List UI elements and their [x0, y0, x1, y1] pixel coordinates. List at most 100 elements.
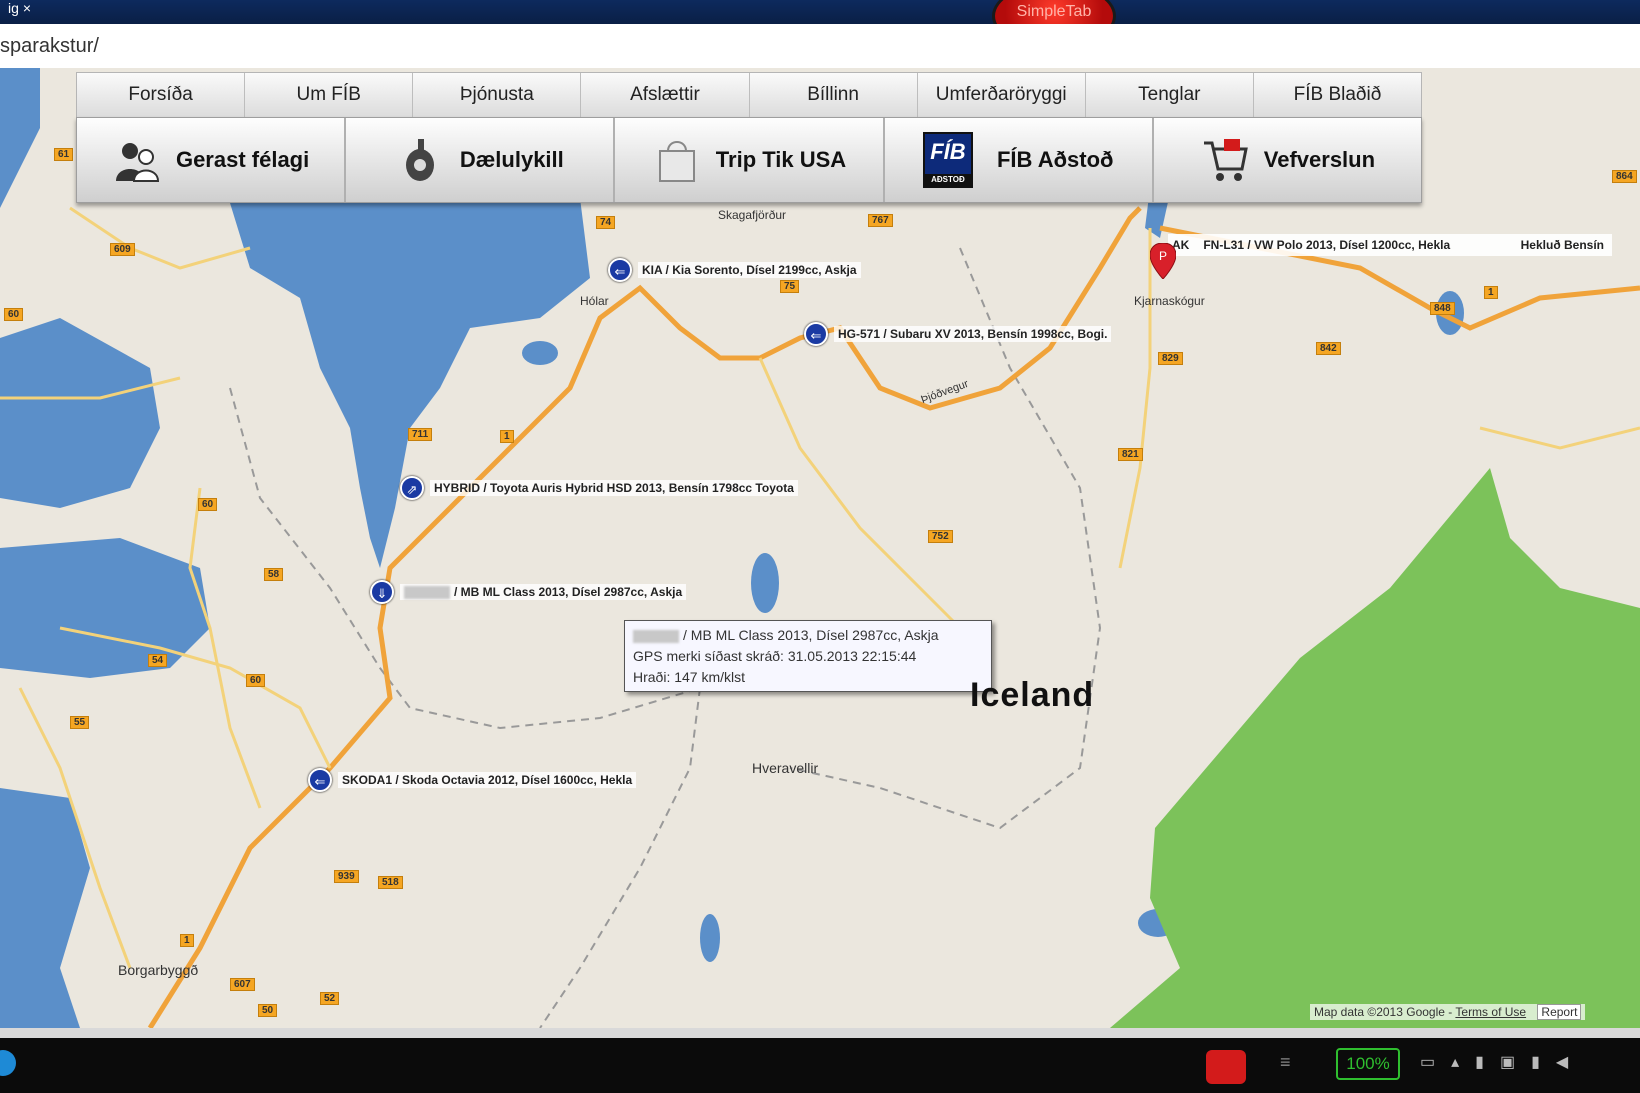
attribution-text: Map data ©2013 Google -: [1314, 1005, 1453, 1019]
road-number: 864: [1612, 170, 1637, 183]
redacted-plate: [633, 629, 679, 643]
road-number: 821: [1118, 448, 1143, 461]
country-label: Iceland: [970, 676, 1095, 714]
road-number: 767: [868, 214, 893, 227]
daelulykill-button[interactable]: Dælulykill: [346, 118, 616, 202]
nav-item-thjonusta[interactable]: Þjónusta: [413, 73, 582, 117]
system-tray-icons[interactable]: ▭▴▮▣▮◀: [1420, 1052, 1584, 1072]
vehicle-info-popup: / MB ML Class 2013, Dísel 2987cc, Askja …: [624, 620, 992, 692]
fib-logo-sub: AÐSTOÐ: [924, 174, 971, 186]
vehicle-marker[interactable]: ⇓ / MB ML Class 2013, Dísel 2987cc, Askj…: [370, 580, 687, 604]
car-marker-icon: ⇐: [804, 322, 828, 346]
road-number: 55: [70, 716, 90, 729]
tool-label: Gerast félagi: [175, 147, 310, 172]
place-label: Skagafjörður: [718, 208, 787, 222]
road-number: 518: [378, 876, 403, 889]
vehicle-marker[interactable]: ⇗ HYBRID / Toyota Auris Hybrid HSD 2013,…: [400, 476, 798, 500]
trip-tik-usa-button[interactable]: Trip Tik USA: [615, 118, 885, 202]
road-number: 61: [54, 148, 74, 161]
car-marker-icon: ⇐: [608, 258, 632, 282]
redacted-plate: [404, 586, 450, 600]
road-number: 711: [408, 428, 433, 441]
vehicle-label-text: / MB ML Class 2013, Dísel 2987cc, Askja: [454, 584, 683, 599]
place-label: Hveravellir: [752, 760, 819, 776]
url-text: sparakstur/: [0, 35, 99, 57]
popup-title-text: / MB ML Class 2013, Dísel 2987cc, Askja: [683, 627, 939, 643]
vehicle-label: SKODA1 / Skoda Octavia 2012, Dísel 1600c…: [338, 772, 637, 788]
nav-item-billinn[interactable]: Bíllinn: [750, 73, 918, 117]
terms-of-use-link[interactable]: Terms of Use: [1455, 1005, 1526, 1019]
red-vehicle-label: AK FN-L31 / VW Polo 2013, Dísel 1200cc, …: [1168, 234, 1612, 256]
popup-speed: Hraði: 147 km/klst: [633, 669, 746, 685]
tab-close-icon[interactable]: ×: [23, 0, 31, 16]
car-marker-icon: ⇐: [308, 768, 332, 792]
members-icon: [112, 135, 162, 185]
vehicle-marker[interactable]: ⇐ KIA / Kia Sorento, Dísel 2199cc, Askja: [608, 258, 861, 282]
red-label-text: FN-L31 / VW Polo 2013, Dísel 1200cc, Hek…: [1203, 238, 1451, 252]
cart-icon: [1200, 135, 1250, 185]
road-number: 607: [230, 978, 255, 991]
nav-item-umferdaroryggi[interactable]: Umferðaröryggi: [918, 73, 1086, 117]
vehicle-label: / MB ML Class 2013, Dísel 2987cc, Askja: [400, 583, 687, 601]
tool-label: Trip Tik USA: [715, 147, 847, 172]
browser-tab[interactable]: ig ×: [0, 0, 39, 22]
bag-icon: [652, 135, 702, 185]
road-number: 60: [4, 308, 24, 321]
tab-title: ig: [8, 0, 19, 16]
report-link[interactable]: Report: [1537, 1004, 1582, 1020]
nav-item-forsida[interactable]: Forsíða: [77, 73, 246, 117]
road-number: 1: [500, 430, 514, 443]
map-attribution: Map data ©2013 Google - Terms of Use Rep…: [1310, 1004, 1586, 1020]
place-label: Kjarnaskógur: [1134, 294, 1205, 308]
gerast-felagi-button[interactable]: Gerast félagi: [77, 118, 347, 202]
vehicle-marker[interactable]: ⇐ SKODA1 / Skoda Octavia 2012, Dísel 160…: [308, 768, 637, 792]
fib-adstod-button[interactable]: FÍB AÐSTOÐ FÍB Aðstoð: [885, 118, 1154, 202]
nav-item-um-fib[interactable]: Um FÍB: [245, 73, 414, 117]
place-label: Hólar: [580, 294, 609, 308]
road-number: 60: [198, 498, 218, 511]
svg-text:P: P: [1159, 249, 1167, 263]
browser-top-bar: ig ×: [0, 0, 1640, 24]
road-number: 842: [1316, 342, 1341, 355]
map-canvas[interactable]: 61 609 60 74 711 1 75 767 829 842 821 75…: [0, 68, 1640, 1028]
road-number: 752: [928, 530, 953, 543]
tray-separator-icon: ≡: [1280, 1052, 1291, 1072]
os-taskbar: ≡ 100% ▭▴▮▣▮◀: [0, 1028, 1640, 1093]
nav-item-fib-bladid[interactable]: FÍB Blaðið: [1254, 73, 1421, 117]
key-tag-icon: [396, 135, 446, 185]
road-number: 1: [180, 934, 194, 947]
road-number: 939: [334, 870, 359, 883]
nav-item-tenglar[interactable]: Tenglar: [1086, 73, 1254, 117]
road-number: 1: [1484, 286, 1498, 299]
simpletab-label: SimpleTab: [1016, 3, 1092, 20]
fib-logo-icon: FÍB AÐSTOÐ: [922, 132, 973, 188]
tool-label: FÍB Aðstoð: [996, 147, 1114, 172]
browser-app-icon[interactable]: [0, 1050, 16, 1076]
address-bar[interactable]: sparakstur/: [0, 24, 1640, 70]
map-graphic: [0, 68, 1640, 1028]
red-label-extra: Hekluð Bensín: [1520, 238, 1604, 252]
battery-indicator: 100%: [1336, 1048, 1400, 1080]
map-pin-icon[interactable]: P: [1150, 243, 1176, 279]
road-number: 74: [596, 216, 616, 229]
vehicle-label: HG-571 / Subaru XV 2013, Bensín 1998cc, …: [834, 326, 1112, 342]
popup-gps-time: GPS merki síðast skráð: 31.05.2013 22:15…: [633, 648, 917, 664]
fib-logo-text: FÍB: [930, 139, 966, 164]
road-number: 58: [264, 568, 284, 581]
vehicle-label: HYBRID / Toyota Auris Hybrid HSD 2013, B…: [430, 480, 798, 496]
car-marker-icon: ⇗: [400, 476, 424, 500]
vehicle-label: KIA / Kia Sorento, Dísel 2199cc, Askja: [638, 262, 861, 278]
app-icon[interactable]: [1206, 1050, 1246, 1084]
vefverslun-button[interactable]: Vefverslun: [1154, 118, 1421, 202]
road-number: 52: [320, 992, 340, 1005]
tool-label: Dælulykill: [459, 147, 564, 172]
car-marker-icon: ⇓: [370, 580, 394, 604]
road-number: 50: [258, 1004, 278, 1017]
tool-label: Vefverslun: [1263, 147, 1376, 172]
popup-title: / MB ML Class 2013, Dísel 2987cc, Askja: [633, 625, 983, 646]
site-nav: Forsíða Um FÍB Þjónusta Afslættir Bíllin…: [76, 72, 1422, 118]
vehicle-marker[interactable]: ⇐ HG-571 / Subaru XV 2013, Bensín 1998cc…: [804, 322, 1112, 346]
place-label: Borgarbyggð: [118, 962, 199, 978]
nav-item-afslaettir[interactable]: Afslættir: [581, 73, 750, 117]
road-number: 609: [110, 243, 135, 256]
